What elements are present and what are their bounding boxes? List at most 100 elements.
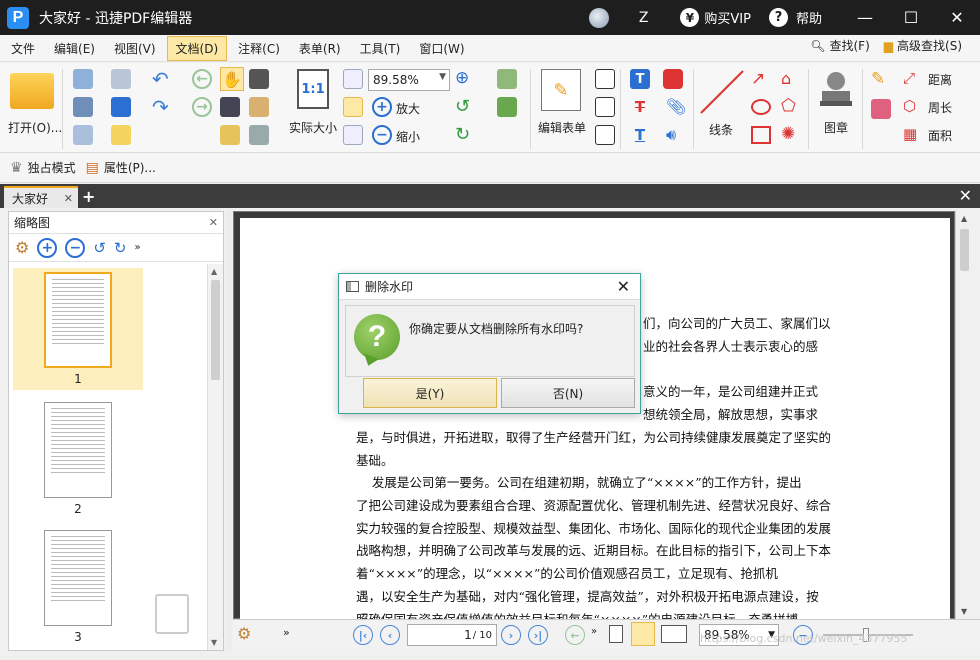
single-page-icon[interactable] xyxy=(609,625,623,643)
undo-icon[interactable]: ↶ xyxy=(152,67,169,91)
ellipse-icon[interactable] xyxy=(751,99,771,115)
zoom-in-icon[interactable]: + xyxy=(372,97,392,117)
thumbnail-scrollbar[interactable]: ▲ ▼ xyxy=(207,264,223,650)
add-tab-icon[interactable]: + xyxy=(82,187,95,206)
polygon-icon[interactable]: ⬠ xyxy=(781,96,796,116)
sound-icon[interactable]: 🔊︎ xyxy=(666,125,676,145)
typewriter-icon[interactable]: T xyxy=(630,69,650,89)
fit-width-icon[interactable] xyxy=(343,97,363,117)
menu-view[interactable]: 视图(V) xyxy=(106,37,164,60)
select-area-icon[interactable] xyxy=(220,125,240,145)
close-tab-icon[interactable]: ✕ xyxy=(64,192,73,205)
menu-tools[interactable]: 工具(T) xyxy=(352,37,409,60)
buy-vip-button[interactable]: ¥ 购买VIP xyxy=(680,8,751,27)
rotate-right-icon[interactable]: ↻ xyxy=(455,124,470,145)
user-initial[interactable]: Z xyxy=(639,10,649,26)
page-number-input[interactable]: 1 / 10 xyxy=(407,624,497,646)
fit-page-icon[interactable] xyxy=(343,69,363,89)
select-text-icon[interactable] xyxy=(220,97,240,117)
previous-page-icon[interactable]: ‹ xyxy=(380,625,400,645)
nav-dropdown-icon[interactable]: » xyxy=(591,626,597,637)
add-text-icon[interactable] xyxy=(497,97,517,117)
thumbnail-page-1[interactable]: 1 xyxy=(13,268,143,390)
perimeter-label[interactable]: 周长 xyxy=(928,99,952,116)
back-icon[interactable]: ← xyxy=(192,69,212,89)
more-icon[interactable]: » xyxy=(135,242,141,253)
stamp-icon[interactable] xyxy=(817,69,855,109)
redo-icon[interactable]: ↷ xyxy=(152,95,169,119)
next-page-icon[interactable]: › xyxy=(501,625,521,645)
close-panel-icon[interactable]: ✕ xyxy=(209,216,218,229)
new-icon[interactable] xyxy=(111,125,131,145)
back-view-icon[interactable]: ← xyxy=(565,625,585,645)
menu-document[interactable]: 文档(D) xyxy=(166,35,228,61)
zoom-tool-icon[interactable]: ⊕ xyxy=(455,68,469,88)
hand-tool-icon[interactable]: ✋ xyxy=(220,67,244,91)
continuous-page-icon[interactable] xyxy=(631,622,655,646)
perimeter-icon[interactable]: ⬡ xyxy=(903,97,916,115)
edit-image-icon[interactable] xyxy=(497,69,517,89)
zoom-select[interactable]: 89.58% ▼ xyxy=(368,69,450,91)
properties-button[interactable]: ▤ 属性(P)... xyxy=(86,159,156,176)
eraser-icon[interactable] xyxy=(871,99,891,119)
stamp-label[interactable]: 图章 xyxy=(824,119,848,136)
close-button[interactable]: ✕ xyxy=(934,0,980,35)
strikeout-icon[interactable]: T xyxy=(630,97,650,117)
menu-form[interactable]: 表单(R) xyxy=(291,37,349,60)
fit-visible-icon[interactable] xyxy=(343,125,363,145)
menu-edit[interactable]: 编辑(E) xyxy=(46,37,103,60)
expand-icon[interactable]: » xyxy=(283,626,290,639)
theme-moon-icon[interactable] xyxy=(588,7,609,28)
zoom-out-icon[interactable]: − xyxy=(372,125,392,145)
facing-pages-icon[interactable] xyxy=(661,625,687,643)
forward-icon[interactable]: → xyxy=(192,97,212,117)
edit-form-icon[interactable]: ✎ xyxy=(541,69,581,111)
print-icon[interactable] xyxy=(73,97,93,117)
open-button[interactable] xyxy=(10,73,54,109)
callout-icon[interactable] xyxy=(595,125,615,145)
area-label[interactable]: 面积 xyxy=(928,127,952,144)
document-scrollbar[interactable]: ▲ ▼ xyxy=(955,211,973,619)
arrow-icon[interactable]: ↗ xyxy=(751,69,765,89)
export-icon[interactable] xyxy=(73,125,93,145)
find-button[interactable]: 🔍︎ 查找(F) xyxy=(810,37,870,54)
rotate-left-icon[interactable]: ↺ xyxy=(455,96,470,117)
area-icon[interactable]: ▦ xyxy=(903,125,917,143)
pencil-icon[interactable]: ✎ xyxy=(871,69,885,89)
advanced-find-button[interactable]: ▆ 高级查找(S) xyxy=(884,37,962,54)
no-button[interactable]: 否(N) xyxy=(501,378,635,408)
distance-icon[interactable]: ⤢ xyxy=(903,69,915,87)
polyline-icon[interactable]: ⌂ xyxy=(781,69,791,88)
save-icon[interactable] xyxy=(73,69,93,89)
document-tab[interactable]: 大家好 ✕ xyxy=(4,186,78,208)
scan-icon[interactable] xyxy=(111,97,131,117)
exclusive-mode-button[interactable]: ♛ 独占模式 xyxy=(10,159,76,176)
rectangle-icon[interactable] xyxy=(751,126,771,144)
yes-button[interactable]: 是(Y) xyxy=(363,378,497,408)
text-box-icon[interactable] xyxy=(595,97,615,117)
first-page-icon[interactable]: |‹ xyxy=(353,625,373,645)
copy-pages-icon[interactable] xyxy=(155,594,189,634)
cloud-icon[interactable]: ✺ xyxy=(781,124,795,144)
rotate-right-90-icon[interactable]: ↻ xyxy=(114,239,127,257)
shrink-thumbnails-icon[interactable]: − xyxy=(65,237,86,258)
snapshot-icon[interactable] xyxy=(249,69,269,89)
note-icon[interactable] xyxy=(663,69,683,89)
line-label[interactable]: 线条 xyxy=(709,121,733,138)
email-icon[interactable] xyxy=(111,69,131,89)
text-field-icon[interactable] xyxy=(595,69,615,89)
maximize-button[interactable]: ☐ xyxy=(888,0,934,35)
zoom-in-label[interactable]: 放大 xyxy=(396,100,420,117)
zoom-out-label[interactable]: 缩小 xyxy=(396,128,420,145)
dialog-close-button[interactable]: ✕ xyxy=(617,277,630,296)
menu-window[interactable]: 窗口(W) xyxy=(411,37,472,60)
line-icon[interactable] xyxy=(697,67,747,117)
close-all-icon[interactable]: ✕ xyxy=(959,186,972,205)
status-gear-icon[interactable]: ⚙ xyxy=(237,624,251,643)
attachment-icon[interactable]: 📎︎ xyxy=(666,97,686,116)
edit-object-icon[interactable] xyxy=(249,125,269,145)
thumbnail-page-2[interactable]: 2 xyxy=(13,398,143,520)
actual-size-icon[interactable]: 1:1 xyxy=(297,69,329,109)
last-page-icon[interactable]: ›| xyxy=(528,625,548,645)
panel-splitter[interactable] xyxy=(226,211,232,651)
